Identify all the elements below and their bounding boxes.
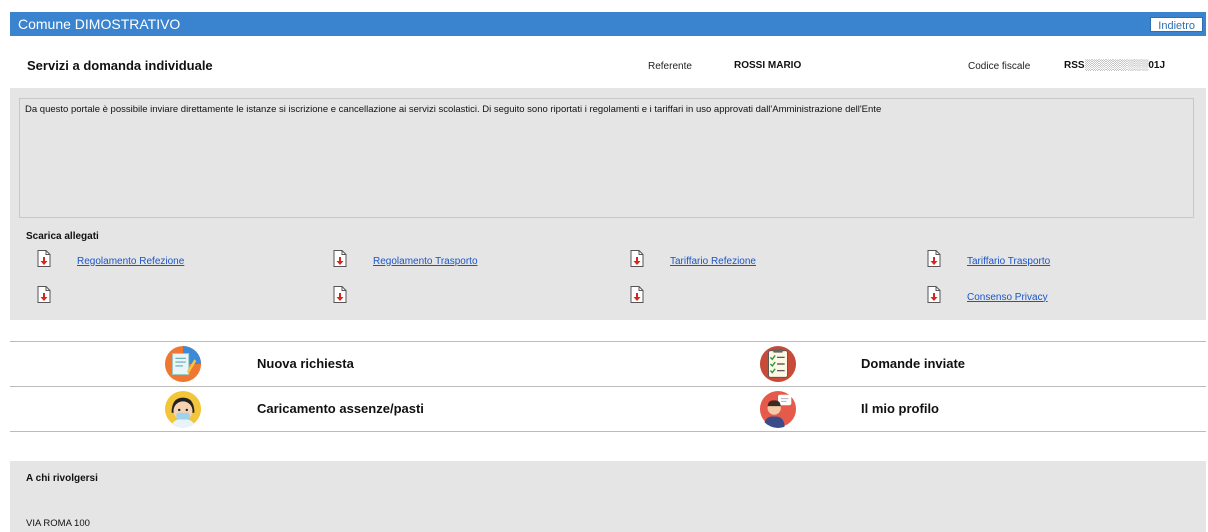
contact-address: VIA ROMA 100 bbox=[26, 518, 90, 529]
attachment-empty-1[interactable] bbox=[37, 286, 77, 308]
attachment-tariffario-trasporto[interactable]: Tariffario Trasporto bbox=[927, 250, 1050, 272]
municipality-title: Comune DIMOSTRATIVO bbox=[18, 16, 181, 32]
fiscal-code-label: Codice fiscale bbox=[968, 61, 1031, 72]
top-bar: Comune DIMOSTRATIVO Indietro bbox=[10, 12, 1206, 36]
fiscal-code-value: RSS░░░░░░░░░01J bbox=[1064, 60, 1166, 71]
sent-applications-icon[interactable] bbox=[759, 345, 797, 383]
attachment-consenso-privacy[interactable]: Consenso Privacy bbox=[927, 286, 1048, 308]
attachment-link[interactable]: Regolamento Refezione bbox=[77, 256, 184, 267]
pdf-download-icon[interactable] bbox=[630, 286, 644, 308]
referente-value: ROSSI MARIO bbox=[734, 60, 802, 71]
menu-row-2: Caricamento assenze/pasti Il mio profilo bbox=[10, 387, 1206, 432]
attachment-regolamento-trasporto[interactable]: Regolamento Trasporto bbox=[333, 250, 478, 272]
pdf-download-icon[interactable] bbox=[37, 286, 51, 308]
info-panel: Da questo portale è possibile inviare di… bbox=[10, 88, 1206, 320]
description-box: Da questo portale è possibile inviare di… bbox=[19, 98, 1194, 218]
attachment-link[interactable]: Regolamento Trasporto bbox=[373, 256, 478, 267]
new-request-icon[interactable] bbox=[164, 345, 202, 383]
back-button[interactable]: Indietro bbox=[1150, 16, 1203, 32]
profile-icon[interactable] bbox=[759, 390, 797, 428]
menu-label[interactable]: Nuova richiesta bbox=[257, 356, 354, 371]
attachment-link[interactable]: Tariffario Refezione bbox=[670, 256, 756, 267]
attachments-heading: Scarica allegati bbox=[26, 231, 99, 242]
attachment-link[interactable]: Consenso Privacy bbox=[967, 292, 1048, 303]
contact-heading: A chi rivolgersi bbox=[26, 473, 98, 484]
pdf-download-icon[interactable] bbox=[630, 250, 644, 272]
pdf-download-icon[interactable] bbox=[927, 286, 941, 308]
attachment-link[interactable]: Tariffario Trasporto bbox=[967, 256, 1050, 267]
pdf-download-icon[interactable] bbox=[333, 286, 347, 308]
attachment-empty-2[interactable] bbox=[333, 286, 373, 308]
service-header: Servizi a domanda individuale Referente … bbox=[10, 42, 1206, 88]
attachment-tariffario-refezione[interactable]: Tariffario Refezione bbox=[630, 250, 756, 272]
service-title: Servizi a domanda individuale bbox=[27, 58, 213, 73]
pdf-download-icon[interactable] bbox=[37, 250, 51, 272]
menu-label[interactable]: Caricamento assenze/pasti bbox=[257, 401, 424, 416]
pdf-download-icon[interactable] bbox=[333, 250, 347, 272]
menu-row-1: Nuova richiesta Domande inviate bbox=[10, 342, 1206, 387]
menu-label[interactable]: Domande inviate bbox=[861, 356, 965, 371]
menu-label[interactable]: Il mio profilo bbox=[861, 401, 939, 416]
attachment-regolamento-refezione[interactable]: Regolamento Refezione bbox=[37, 250, 184, 272]
contact-footer: A chi rivolgersi VIA ROMA 100 bbox=[10, 461, 1206, 532]
description-text: Da questo portale è possibile inviare di… bbox=[25, 104, 882, 115]
referente-label: Referente bbox=[648, 61, 692, 72]
absences-meals-icon[interactable] bbox=[164, 390, 202, 428]
pdf-download-icon[interactable] bbox=[927, 250, 941, 272]
attachment-empty-3[interactable] bbox=[630, 286, 670, 308]
